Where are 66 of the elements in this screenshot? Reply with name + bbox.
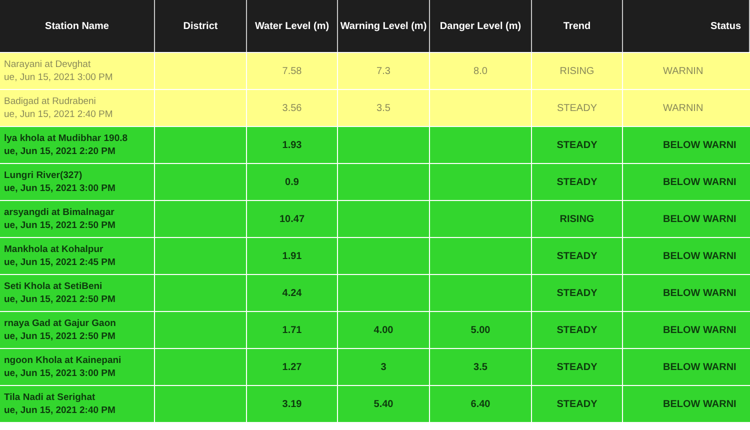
station-name: rnaya Gad at Gajur Gaon (4, 317, 116, 330)
table-cell-text: STEADY (556, 286, 598, 300)
status-text: BELOW WARNI (663, 398, 736, 412)
table-cell-text: 0.9 (285, 176, 299, 190)
table-cell-text: 4.24 (282, 286, 302, 300)
table-cell-text: 7.58 (282, 64, 302, 78)
station-name: ngoon Khola at Kainepani (4, 354, 122, 367)
station-name: Narayani at Devghat (4, 58, 91, 71)
column-header: Danger Level (m) (440, 20, 522, 34)
column-header: Trend (563, 20, 591, 34)
status-text: BELOW WARNI (663, 176, 736, 190)
timestamp: ue, Jun 15, 2021 2:50 PM (4, 293, 116, 306)
timestamp: ue, Jun 15, 2021 2:20 PM (4, 145, 116, 158)
timestamp: ue, Jun 15, 2021 3:00 PM (4, 182, 116, 195)
table-cell-text: 3.19 (282, 398, 302, 412)
table-cell-text: 5.00 (470, 324, 490, 338)
timestamp: ue, Jun 15, 2021 2:50 PM (4, 219, 116, 232)
table-cell-text: STEADY (556, 250, 598, 264)
timestamp: ue, Jun 15, 2021 3:00 PM (4, 367, 116, 380)
timestamp: ue, Jun 15, 2021 2:40 PM (4, 404, 116, 417)
timestamp: ue, Jun 15, 2021 3:00 PM (4, 71, 113, 84)
status-text: BELOW WARNI (663, 286, 736, 300)
status-text: WARNIN (663, 64, 704, 78)
table-cell-text: STEADY (556, 360, 598, 374)
table-cell-text: STEADY (556, 324, 598, 338)
column-header: Station Name (45, 20, 109, 34)
column-header: Status (710, 20, 741, 34)
column-header: Water Level (m) (254, 20, 330, 34)
table-cell-text: 4.00 (374, 324, 394, 338)
table-cell-text: STEADY (556, 176, 598, 190)
table-cell-text: STEADY (556, 398, 598, 412)
status-text: WARNIN (663, 102, 704, 116)
table-cell-text: 1.93 (282, 138, 302, 152)
table-cell-text: RISING (560, 212, 594, 226)
table-cell-text: STEADY (556, 102, 597, 116)
status-text: BELOW WARNI (663, 250, 736, 264)
station-name: Mankhola at Kohalpur (4, 243, 104, 256)
table-cell-text: 10.47 (279, 212, 305, 226)
status-text: BELOW WARNI (663, 212, 736, 226)
table-cell-text: 3.56 (282, 102, 302, 116)
station-name: Badigad at Rudrabeni (4, 95, 96, 108)
station-name: Seti Khola at SetiBeni (4, 280, 102, 293)
table-cell-text: RISING (560, 64, 594, 78)
table-cell-text: 6.40 (470, 398, 490, 412)
table-cell-text: 5.40 (374, 398, 394, 412)
station-name: arsyangdi at Bimalnagar (4, 206, 114, 219)
table-cell-text: 1.71 (282, 324, 302, 338)
station-name: Lungri River(327) (4, 169, 82, 182)
column-header: Warning Level (m) (340, 20, 427, 34)
table-cell-text: STEADY (556, 138, 598, 152)
table-cell-text: 1.91 (282, 250, 302, 264)
table-cell-text: 3.5 (376, 102, 390, 116)
table-cell-text: 1.27 (282, 360, 302, 374)
timestamp: ue, Jun 15, 2021 2:40 PM (4, 108, 113, 121)
station-name: Tila Nadi at Serighat (4, 391, 96, 404)
table-cell-text: 3.5 (474, 360, 488, 374)
column-header: District (183, 20, 218, 34)
status-text: BELOW WARNI (663, 138, 736, 152)
timestamp: ue, Jun 15, 2021 2:45 PM (4, 256, 116, 269)
timestamp: ue, Jun 15, 2021 2:50 PM (4, 330, 116, 343)
table-cell-text: 8.0 (474, 64, 488, 78)
table-cell-text: 7.3 (376, 64, 390, 78)
status-text: BELOW WARNI (663, 360, 736, 374)
station-name: lya khola at Mudibhar 190.8 (4, 132, 128, 145)
table-cell-text: 3 (380, 360, 386, 374)
status-text: BELOW WARNI (663, 324, 736, 338)
